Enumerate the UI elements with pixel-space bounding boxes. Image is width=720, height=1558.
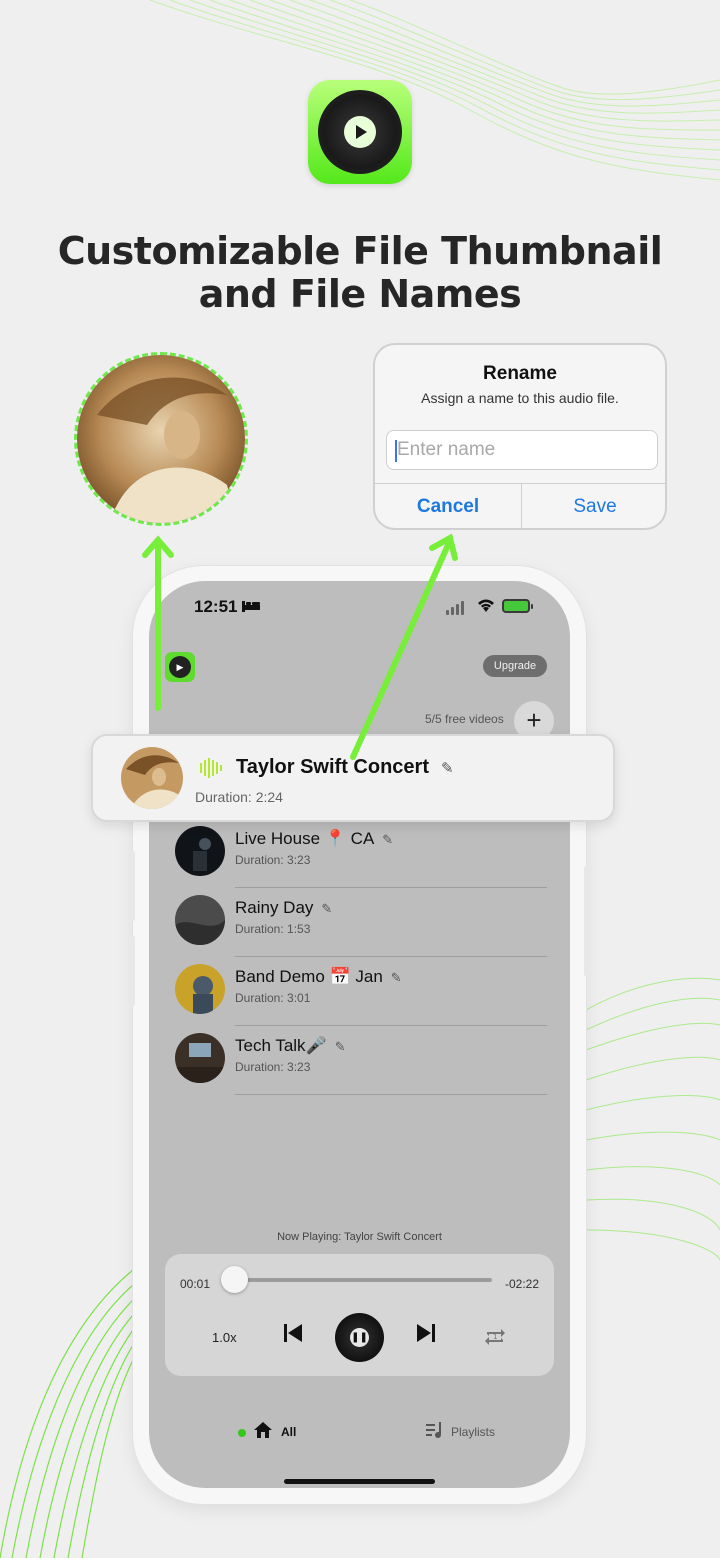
progress-knob[interactable] (221, 1266, 248, 1293)
phone-screen: 12:51 ▶ Upgrade 5/5 free videos + Live H… (149, 581, 570, 1488)
home-indicator (284, 1479, 435, 1484)
dialog-title: Rename (483, 363, 557, 384)
previous-icon[interactable] (282, 1322, 304, 1351)
name-field[interactable] (386, 430, 658, 470)
item-name: Tech Talk🎤 (235, 1036, 327, 1055)
side-button (584, 866, 589, 976)
list-item[interactable]: Rainy Day ✎ Duration: 1:53 (175, 888, 547, 957)
rename-dialog: Rename Assign a name to this audio file.… (373, 343, 667, 530)
portrait-image (77, 355, 245, 523)
list-item[interactable]: Live House 📍 CA ✎ Duration: 3:23 (175, 819, 547, 888)
app-logo-icon[interactable]: ▶ (165, 652, 195, 682)
edit-pencil-icon[interactable]: ✎ (335, 1039, 346, 1055)
svg-text:1: 1 (493, 1333, 497, 1341)
audio-wave-icon (199, 756, 223, 780)
item-duration: Duration: 3:23 (235, 1060, 311, 1074)
pause-icon: ❚❚ (350, 1328, 369, 1347)
tab-all[interactable]: All (281, 1425, 296, 1439)
featured-thumbnail[interactable] (121, 747, 183, 809)
repeat-one-icon[interactable]: 1 (483, 1326, 507, 1354)
item-duration: Duration: 1:53 (235, 922, 311, 936)
text-caret (395, 440, 397, 462)
featured-list-item[interactable]: Taylor Swift Concert ✎ Duration: 2:24 (91, 734, 615, 822)
row-divider (235, 1094, 547, 1095)
list-item[interactable]: Tech Talk🎤 ✎ Duration: 3:23 (175, 1026, 547, 1095)
thumbnail-live-house[interactable] (175, 826, 225, 876)
featured-duration: Duration: 2:24 (195, 789, 283, 805)
tab-playlists[interactable]: Playlists (451, 1425, 495, 1439)
status-indicators (446, 597, 536, 615)
elapsed-time: 00:01 (180, 1277, 211, 1291)
edit-pencil-icon[interactable]: ✎ (391, 970, 402, 986)
featured-name: Taylor Swift Concert (236, 756, 429, 778)
cancel-button[interactable]: Cancel (375, 484, 521, 530)
home-icon[interactable] (253, 1421, 273, 1444)
now-playing-label: Now Playing: Taylor Swift Concert (277, 1231, 442, 1243)
thumbnail-band-demo[interactable] (175, 964, 225, 1014)
bed-icon (242, 600, 260, 615)
list-item[interactable]: Band Demo 📅 Jan ✎ Duration: 3:01 (175, 957, 547, 1026)
headline-line-2: and File Names (198, 272, 522, 316)
enlarged-thumbnail (74, 352, 248, 526)
wifi-icon (476, 597, 496, 617)
pause-button[interactable]: ❚❚ (335, 1313, 384, 1362)
active-tab-dot (238, 1429, 246, 1437)
player-panel: 00:01 -02:22 1.0x ❚❚ 1 (165, 1254, 554, 1376)
upgrade-button[interactable]: Upgrade (483, 655, 547, 677)
app-icon (308, 80, 412, 184)
edit-pencil-icon[interactable]: ✎ (382, 832, 393, 848)
dialog-subtitle: Assign a name to this audio file. (421, 390, 619, 406)
page-headline: Customizable File Thumbnail and File Nam… (0, 230, 720, 316)
next-icon[interactable] (415, 1322, 437, 1351)
headline-line-1: Customizable File Thumbnail (57, 229, 663, 273)
tab-bar: All Playlists (149, 1419, 570, 1449)
playlist-icon[interactable] (426, 1422, 444, 1443)
speed-button[interactable]: 1.0x (212, 1330, 237, 1345)
edit-pencil-icon[interactable]: ✎ (321, 901, 332, 917)
name-input[interactable] (387, 431, 657, 469)
save-button[interactable]: Save (522, 484, 668, 530)
side-button (130, 936, 135, 1006)
side-button (130, 851, 135, 921)
edit-pencil-icon[interactable]: ✎ (441, 759, 454, 777)
progress-track[interactable] (235, 1278, 492, 1282)
remaining-time: -02:22 (504, 1277, 539, 1291)
thumbnail-rainy-day[interactable] (175, 895, 225, 945)
free-videos-count: 5/5 free videos (425, 712, 504, 726)
thumbnail-tech-talk[interactable] (175, 1033, 225, 1083)
item-name: Band Demo 📅 Jan (235, 967, 383, 986)
item-duration: Duration: 3:23 (235, 853, 311, 867)
item-duration: Duration: 3:01 (235, 991, 311, 1005)
vinyl-icon (318, 90, 402, 174)
battery-icon (502, 599, 533, 613)
status-time: 12:51 (194, 597, 238, 616)
item-name: Live House 📍 CA (235, 829, 375, 848)
item-name: Rainy Day (235, 898, 314, 917)
